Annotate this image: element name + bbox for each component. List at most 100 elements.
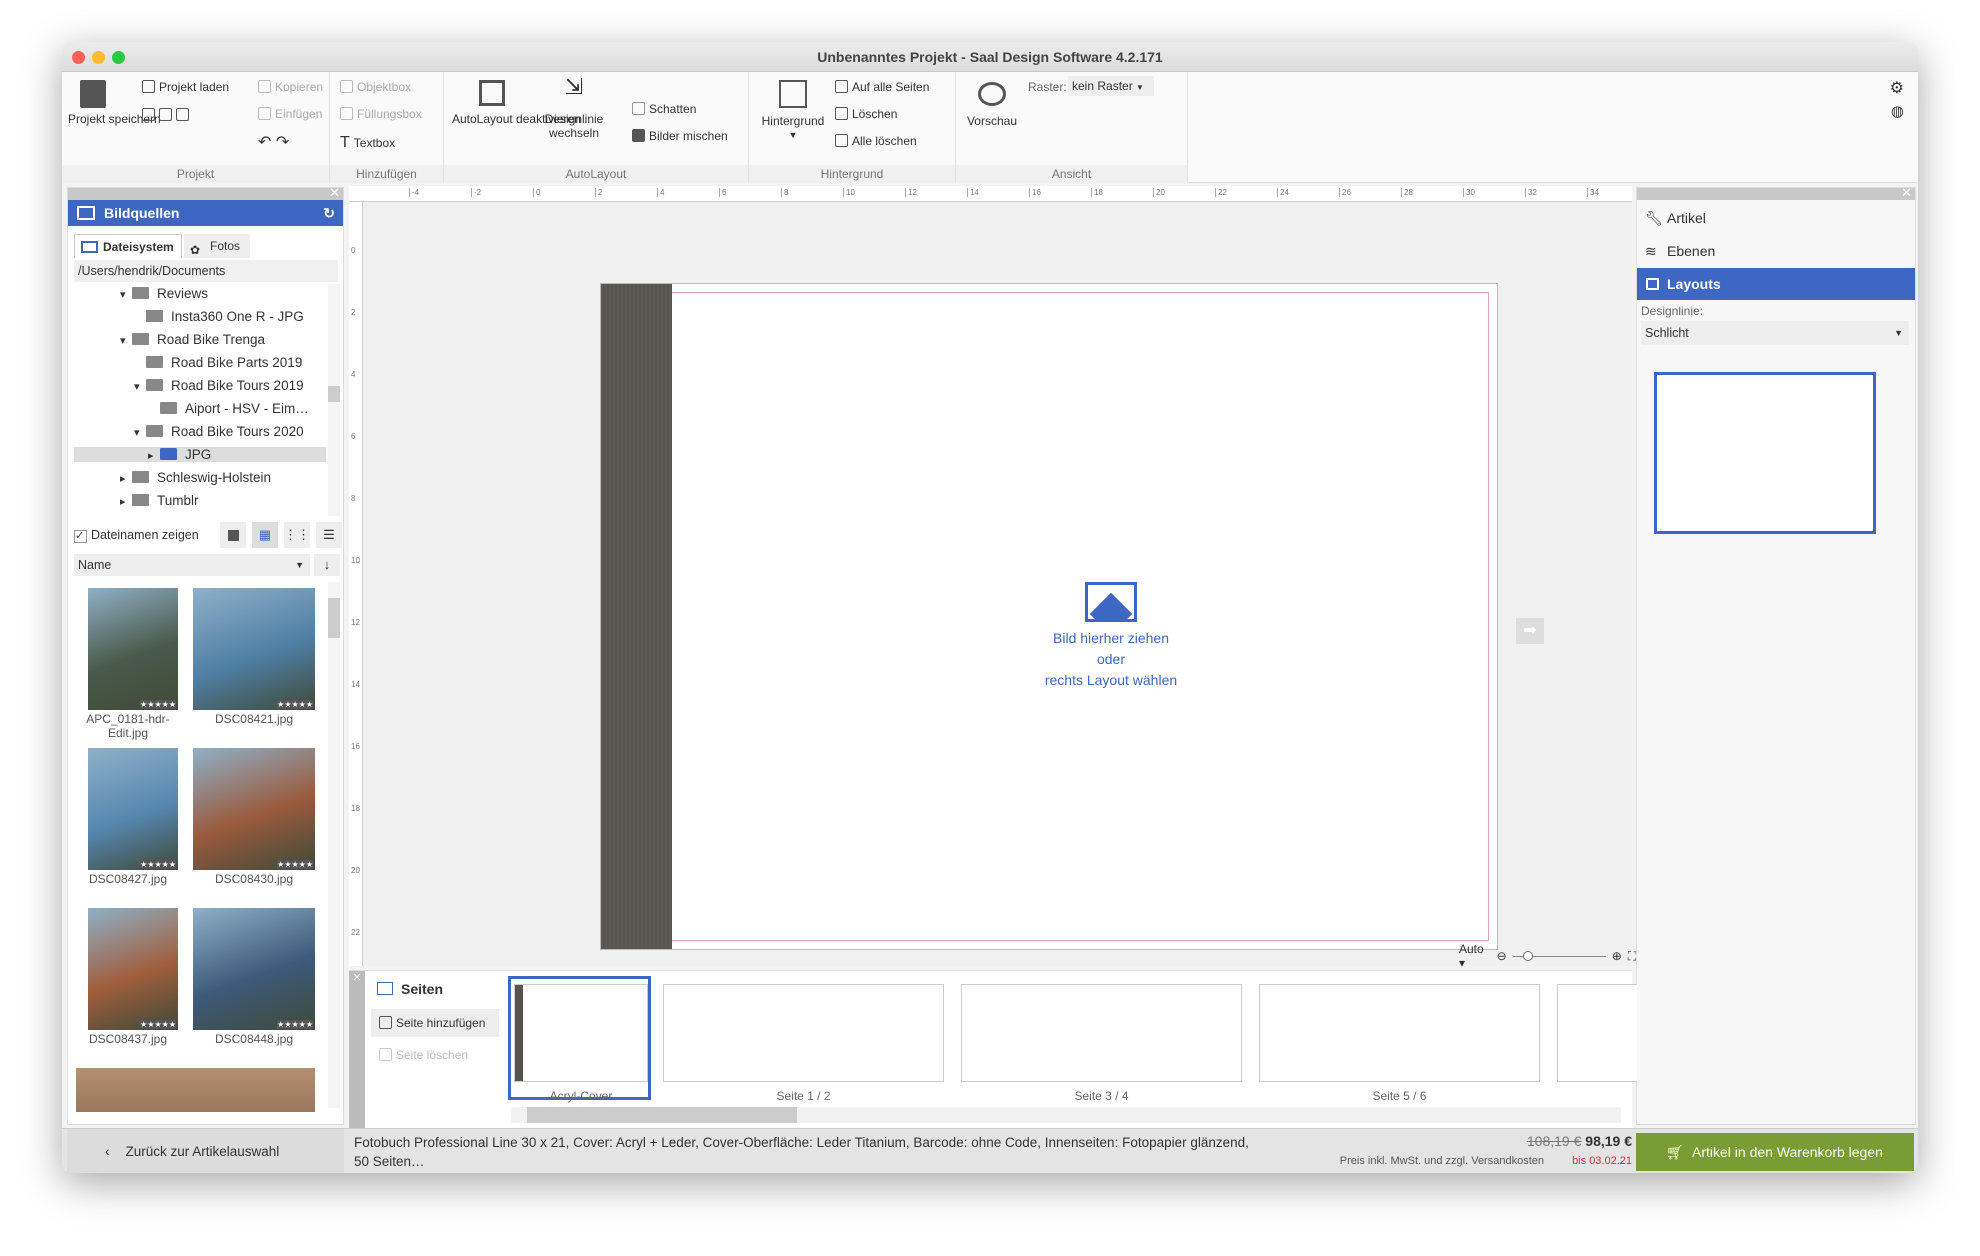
nav-ebenen[interactable]: ≋ Ebenen xyxy=(1637,235,1915,267)
small-grid-icon[interactable]: ⋮⋮ xyxy=(284,522,310,548)
tree-item[interactable]: ▾ Reviews xyxy=(120,286,208,301)
close-icon[interactable]: ✕ xyxy=(329,185,340,201)
zoom-fit-icon[interactable]: ⛶ xyxy=(1628,949,1636,964)
collapse-arrow-icon[interactable]: ▸ xyxy=(148,449,160,462)
next-page-arrow-icon[interactable]: ➡ xyxy=(1516,618,1544,644)
sort-select[interactable]: Name ▼ xyxy=(74,554,310,576)
tree-item[interactable]: ▸ Tumblr xyxy=(120,493,199,508)
drop-zone[interactable]: Bild hierher ziehen oder rechts Layout w… xyxy=(981,582,1241,691)
collapse-arrow-icon[interactable]: ▸ xyxy=(120,472,132,485)
expand-arrow-icon[interactable]: ▾ xyxy=(120,288,132,301)
minimize-window-button[interactable] xyxy=(92,51,105,64)
expand-arrow-icon[interactable]: ▾ xyxy=(134,426,146,439)
sort-direction-icon[interactable]: ↓ xyxy=(314,554,340,576)
layout-option[interactable] xyxy=(1654,372,1876,534)
photo-scrollbar[interactable] xyxy=(328,582,340,1108)
cover-page[interactable]: Bild hierher ziehen oder rechts Layout w… xyxy=(600,283,1498,950)
page-thumb-cover[interactable] xyxy=(514,984,648,1082)
editor-canvas[interactable]: -4 -2 0 2 4 6 8 10 12 14 16 18 20 22 24 26 28 30 32 34 0246… xyxy=(349,186,1636,970)
tree-item[interactable]: Aiport - HSV - Eim… xyxy=(148,401,309,416)
delete-background-button[interactable]: Löschen xyxy=(835,107,897,121)
shadow-checkbox[interactable]: Schatten xyxy=(632,102,696,116)
close-window-button[interactable] xyxy=(72,51,85,64)
add-to-cart-button[interactable]: 🛒︎ Artikel in den Warenkorb legen xyxy=(1636,1133,1914,1171)
preview-button[interactable]: Vorschau xyxy=(964,80,1020,128)
tree-item[interactable]: Road Bike Parts 2019 xyxy=(134,355,302,370)
tree-item[interactable]: Insta360 One R - JPG xyxy=(134,309,304,324)
group-hinzufuegen: Objektbox Füllungsbox T Textbox Hinzufüge… xyxy=(330,72,444,183)
apply-all-pages-button[interactable]: Auf alle Seiten xyxy=(835,80,929,94)
raster-select[interactable]: kein Raster ▼ xyxy=(1068,76,1154,96)
group-ansicht: Vorschau Raster: kein Raster ▼ Ansicht xyxy=(956,72,1188,183)
designline-switch-button[interactable]: ⇲ Designlinie wechseln xyxy=(539,76,609,141)
autolayout-deactivate-button[interactable]: AutoLayout deaktivieren xyxy=(452,80,581,126)
globe-icon[interactable]: ◍ xyxy=(1891,102,1904,120)
ruler-tick: 22 xyxy=(351,928,360,937)
undo-icon[interactable]: ↶ xyxy=(258,134,271,151)
add-page-button[interactable]: Seite hinzufügen xyxy=(371,1009,499,1037)
large-grid-icon[interactable] xyxy=(220,522,246,548)
path-field[interactable]: /Users/hendrik/Documents xyxy=(74,260,338,282)
back-to-articles-button[interactable]: ‹ Zurück zur Artikelauswahl xyxy=(67,1129,344,1173)
tab-dateisystem[interactable]: Dateisystem xyxy=(74,234,182,258)
photo-thumbnail[interactable]: ★★★★★ xyxy=(88,588,178,710)
expand-arrow-icon[interactable]: ▾ xyxy=(120,334,132,347)
cart-icon: 🛒︎ xyxy=(1666,1144,1684,1160)
designline-select[interactable]: Schlicht ▼ xyxy=(1641,321,1909,345)
zoom-slider[interactable] xyxy=(1512,950,1606,961)
photo-thumbnail[interactable] xyxy=(76,1068,198,1112)
show-filenames-checkbox[interactable]: ✓ Dateinamen zeigen xyxy=(74,528,199,543)
nav-artikel[interactable]: 🔧︎ Artikel xyxy=(1637,202,1915,234)
save-project-button[interactable]: Projekt speichern xyxy=(68,80,161,126)
panel-drag-handle[interactable]: ✕ xyxy=(1637,185,1915,201)
copy-button[interactable]: Kopieren xyxy=(258,80,323,94)
page-thumb[interactable] xyxy=(1259,984,1540,1082)
tree-item[interactable]: ▾ Road Bike Trenga xyxy=(120,332,265,347)
tree-item[interactable]: ▾ Road Bike Tours 2020 xyxy=(134,424,304,439)
photo-thumbnail[interactable]: ★★★★★ xyxy=(88,748,178,870)
tree-item[interactable]: ▾ Road Bike Tours 2019 xyxy=(134,378,304,393)
pages-scrollbar[interactable] xyxy=(511,1107,1621,1123)
tree-scrollbar[interactable] xyxy=(328,284,340,516)
photo-thumbnail[interactable]: ★★★★★ xyxy=(193,908,315,1030)
delete-all-backgrounds-button[interactable]: Alle löschen xyxy=(835,134,917,148)
objektbox-button[interactable]: Objektbox xyxy=(340,80,411,94)
zoom-out-icon[interactable]: ⊖ xyxy=(1497,949,1507,963)
zoom-window-button[interactable] xyxy=(112,51,125,64)
mix-images-button[interactable]: Bilder mischen xyxy=(632,129,728,143)
tree-item[interactable]: ▸ JPG xyxy=(74,447,326,462)
redo-icon[interactable]: ↷ xyxy=(276,134,289,151)
photo-thumbnail[interactable]: ★★★★★ xyxy=(88,908,178,1030)
panel-drag-handle[interactable]: ✕ xyxy=(68,185,343,201)
photo-thumbnail[interactable]: ★★★★★ xyxy=(193,588,315,710)
refresh-icon[interactable]: ↻ xyxy=(323,200,335,226)
medium-grid-icon[interactable]: ▦ xyxy=(252,522,278,548)
paste-button[interactable]: Einfügen xyxy=(258,107,322,121)
collapse-arrow-icon[interactable]: ▸ xyxy=(120,495,132,508)
group-label: Hintergrund xyxy=(749,165,955,183)
app-window: Unbenanntes Projekt - Saal Design Softwa… xyxy=(62,42,1918,1173)
nav-layouts[interactable]: Layouts xyxy=(1637,268,1915,300)
tree-item[interactable]: ▸ Schleswig-Holstein xyxy=(120,470,271,485)
fuellungsbox-button[interactable]: Füllungsbox xyxy=(340,107,422,121)
list-view-icon[interactable]: ☰ xyxy=(316,522,342,548)
photo-thumbnail[interactable]: ★★★★★ xyxy=(193,748,315,870)
zoom-select[interactable]: Auto ▾ xyxy=(1459,942,1491,970)
ruler-tick: 6 xyxy=(351,432,356,441)
fuellungsbox-icon xyxy=(340,107,353,120)
background-button[interactable]: Hintergrund ▼ xyxy=(755,80,831,142)
delete-page-button[interactable]: Seite löschen xyxy=(371,1041,499,1069)
page-thumb[interactable] xyxy=(1557,984,1637,1082)
zoom-in-icon[interactable]: ⊕ xyxy=(1612,949,1622,963)
expand-arrow-icon[interactable]: ▾ xyxy=(134,380,146,393)
import-icons[interactable] xyxy=(142,108,193,122)
page-thumb[interactable] xyxy=(961,984,1242,1082)
folder-icon xyxy=(146,379,163,391)
gear-icon[interactable]: ⚙ xyxy=(1890,78,1904,98)
page-thumb[interactable] xyxy=(663,984,944,1082)
load-project-button[interactable]: Projekt laden xyxy=(142,80,229,94)
photo-thumbnail[interactable] xyxy=(193,1068,315,1112)
textbox-button[interactable]: T Textbox xyxy=(340,134,395,152)
tab-fotos[interactable]: ✿ Fotos xyxy=(184,234,250,258)
close-icon[interactable]: ✕ xyxy=(1901,185,1912,201)
